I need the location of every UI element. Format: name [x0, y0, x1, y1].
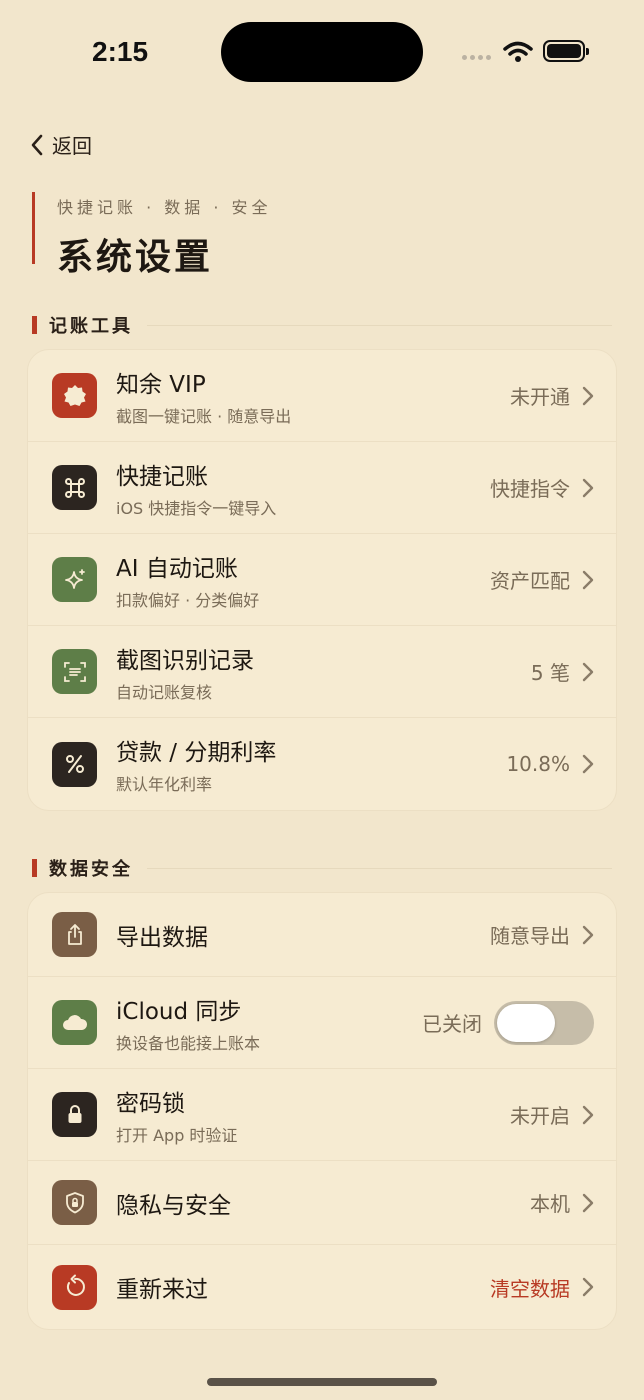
chevron-right-icon: [582, 1105, 594, 1124]
status-time: 2:15: [92, 36, 149, 67]
reset-icon: [52, 1264, 97, 1310]
row-value: 10.8%: [506, 752, 570, 776]
chevron-right-icon: [582, 754, 594, 774]
chevron-right-icon: [582, 925, 594, 944]
row-value: 快捷指令: [490, 477, 570, 501]
row-title: 重新来过: [116, 1277, 208, 1303]
row-value: 随意导出: [490, 924, 570, 948]
page-header: 快捷记账 · 数据 · 安全 系统设置: [32, 192, 272, 278]
row-title: 知余 VIP: [116, 371, 206, 398]
row-desc: 换设备也能接上账本: [116, 1033, 261, 1053]
row-desc: 默认年化利率: [116, 775, 213, 794]
row-title: 密码锁: [116, 1090, 185, 1117]
cloud-icon: [52, 1000, 97, 1045]
dynamic-island: [221, 22, 423, 82]
row-value: 未开启: [510, 1104, 570, 1128]
status-bar: 2:15: [0, 0, 644, 100]
command-icon: [52, 465, 97, 510]
home-indicator: [207, 1378, 437, 1386]
row-title: iCloud 同步: [116, 998, 242, 1025]
row-value: 未开通: [510, 385, 570, 409]
cellular-signal-icon: [462, 55, 491, 60]
row-title: 隐私与安全: [116, 1192, 231, 1219]
row-desc: 扣款偏好 · 分类偏好: [116, 590, 260, 610]
settings-row-vip[interactable]: 知余 VIP 截图一键记账 · 随意导出 未开通: [28, 350, 616, 442]
chevron-right-icon: [582, 386, 594, 405]
section-header-tools: 记账工具: [32, 312, 612, 338]
chevron-right-icon: [582, 1277, 594, 1297]
settings-row-passcode[interactable]: 密码锁 打开 App 时验证 未开启: [28, 1069, 616, 1161]
back-label: 返回: [52, 134, 92, 158]
wifi-icon: [503, 41, 533, 62]
row-desc: 打开 App 时验证: [116, 1125, 238, 1145]
icloud-sync-toggle[interactable]: [494, 1000, 594, 1045]
row-desc: 截图一键记账 · 随意导出: [116, 406, 292, 426]
settings-row-ai[interactable]: AI 自动记账 扣款偏好 · 分类偏好 资产匹配: [28, 534, 616, 626]
lock-icon: [52, 1092, 97, 1137]
chevron-right-icon: [582, 662, 594, 681]
clear-data-label: 清空数据: [490, 1276, 570, 1301]
share-icon: [52, 912, 97, 957]
toggle-status-label: 已关闭: [422, 1012, 482, 1036]
chevron-right-icon: [582, 570, 594, 589]
row-desc: 自动记账复核: [116, 682, 213, 702]
settings-row-shortcut[interactable]: 快捷记账 iOS 快捷指令一键导入 快捷指令: [28, 442, 616, 534]
row-value: 5 笔: [530, 661, 570, 685]
settings-row-screenshot-records[interactable]: 截图识别记录 自动记账复核 5 笔: [28, 626, 616, 718]
page-title: 系统设置: [57, 236, 214, 278]
row-title: AI 自动记账: [116, 555, 238, 582]
row-title: 导出数据: [116, 924, 208, 951]
chevron-left-icon: [31, 134, 43, 155]
section-divider: [147, 324, 612, 326]
settings-row-export[interactable]: 导出数据 随意导出: [28, 893, 616, 977]
section-title: 数据安全: [49, 859, 133, 880]
back-button[interactable]: 返回: [30, 130, 92, 159]
settings-row-loan-rate[interactable]: 贷款 / 分期利率 默认年化利率 10.8%: [28, 718, 616, 810]
row-title: 截图识别记录: [116, 647, 254, 674]
section-accent-bar: [32, 316, 37, 334]
settings-row-reset[interactable]: 重新来过 清空数据: [28, 1245, 616, 1329]
shield-lock-icon: [52, 1180, 97, 1225]
battery-icon: [543, 40, 589, 62]
section-accent-bar: [32, 859, 37, 877]
row-value: 资产匹配: [490, 569, 570, 593]
sparkle-icon: [52, 557, 97, 602]
percent-icon: [52, 741, 97, 787]
settings-row-privacy[interactable]: 隐私与安全 本机: [28, 1161, 616, 1245]
settings-row-icloud[interactable]: iCloud 同步 换设备也能接上账本 已关闭: [28, 977, 616, 1069]
chevron-right-icon: [582, 1193, 594, 1212]
section-divider: [147, 867, 612, 869]
badge-icon: [52, 373, 97, 418]
scan-text-icon: [52, 649, 97, 694]
tools-card: 知余 VIP 截图一键记账 · 随意导出 未开通 快捷记账 iOS 快捷指令一键…: [27, 349, 617, 811]
section-header-data: 数据安全: [32, 855, 612, 881]
data-security-card: 导出数据 随意导出 iCloud 同步 换设备也能接上账本 已关闭 密码锁 打开…: [27, 892, 617, 1330]
section-title: 记账工具: [49, 316, 133, 337]
toggle-knob: [497, 1003, 555, 1042]
chevron-right-icon: [582, 478, 594, 497]
row-value: 本机: [530, 1192, 570, 1216]
row-title: 快捷记账: [116, 463, 208, 490]
row-title: 贷款 / 分期利率: [116, 740, 277, 766]
row-desc: iOS 快捷指令一键导入: [116, 498, 277, 518]
page-subtitle: 快捷记账 · 数据 · 安全: [57, 198, 272, 217]
